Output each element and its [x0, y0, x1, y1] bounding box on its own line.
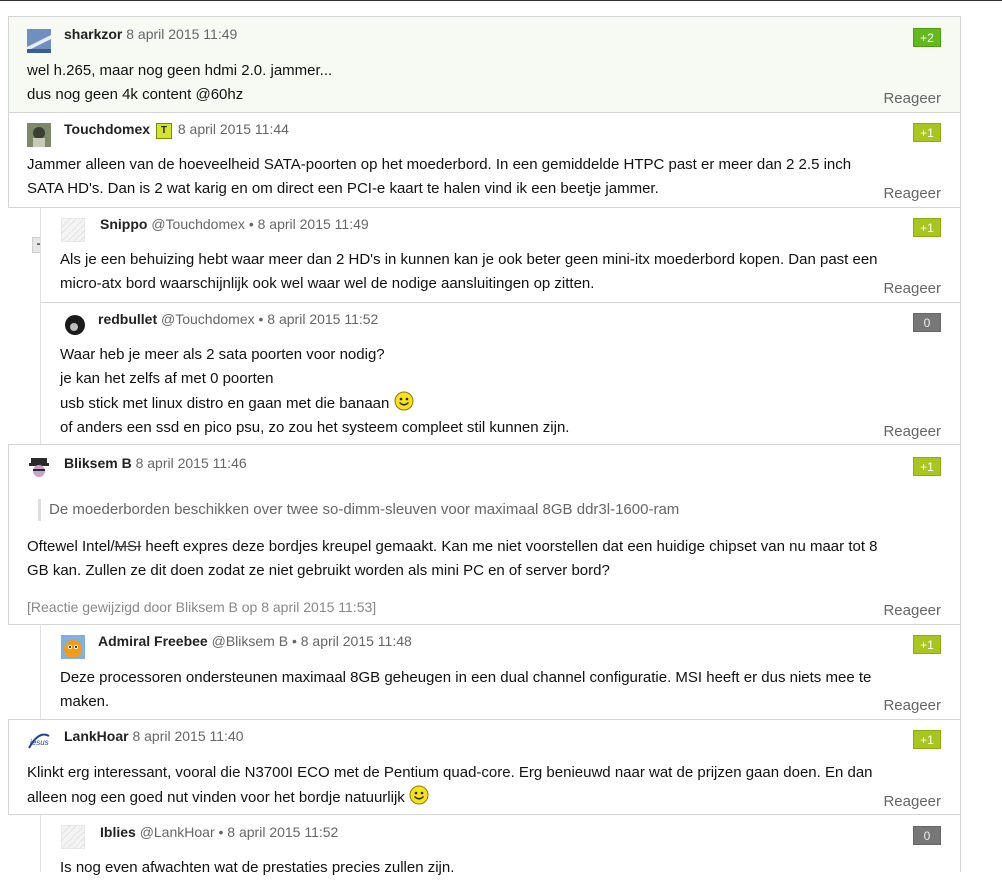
reply-link[interactable]: Reageer — [883, 423, 941, 440]
username[interactable]: sharkzor — [64, 26, 122, 42]
comment-line: alleen nog een goed nut vinden voor het … — [27, 785, 873, 810]
comment-line: dus nog geen 4k content @60hz — [27, 86, 244, 103]
separator: • — [218, 824, 224, 840]
edit-note: [Reactie gewijzigd door Bliksem B op 8 a… — [27, 599, 377, 615]
timestamp[interactable]: 8 april 2015 11:49 — [126, 26, 237, 42]
reply-link[interactable]: Reageer — [883, 697, 941, 714]
username[interactable]: Touchdomex — [64, 121, 150, 137]
avatar[interactable]: jesus — [27, 730, 51, 754]
score-badge[interactable]: +1 — [913, 635, 941, 654]
avatar[interactable] — [61, 218, 85, 242]
svg-text:jesus: jesus — [29, 738, 49, 747]
comment-line: Als je een behuizing hebt waar meer dan … — [60, 251, 878, 268]
comment-body: Deze processoren ondersteunen maximaal 8… — [60, 666, 871, 714]
timestamp[interactable]: 8 april 2015 11:40 — [132, 728, 243, 744]
username[interactable]: LankHoar — [64, 728, 129, 744]
comment-line: Oftewel Intel/MSI heeft expres deze bord… — [27, 535, 878, 559]
reply-to[interactable]: @Touchdomex — [161, 311, 255, 327]
comment-text: usb stick met linux distro en gaan met d… — [60, 395, 390, 412]
reply-to[interactable]: @Bliksem B — [212, 633, 288, 649]
comment-meta: Snippo @Touchdomex • 8 april 2015 11:49 — [100, 215, 369, 233]
comment-text: Oftewel Intel/ — [27, 538, 115, 555]
timestamp[interactable]: 8 april 2015 11:52 — [227, 824, 338, 840]
smiley-icon — [394, 391, 414, 411]
comment-line: usb stick met linux distro en gaan met d… — [60, 391, 569, 416]
username[interactable]: Snippo — [100, 216, 147, 232]
reply-link[interactable]: Reageer — [883, 793, 941, 810]
comment-line: micro-atx bord waarschijnlijk ook wel wa… — [60, 275, 595, 292]
comment-line: SATA HD's. Dan is 2 wat karig en om dire… — [27, 180, 659, 197]
comment-line: Klinkt erg interessant, vooral die N3700… — [27, 764, 873, 781]
separator: • — [258, 311, 264, 327]
comment-body: Is nog even afwachten wat de prestaties … — [60, 856, 454, 880]
comment-body: Waar heb je meer als 2 sata poorten voor… — [60, 343, 569, 440]
comment-text: heeft expres deze bordjes kreupel gemaak… — [141, 538, 878, 555]
reply-link[interactable]: Reageer — [883, 602, 941, 619]
score-badge[interactable]: 0 — [913, 826, 941, 845]
reply-link[interactable]: Reageer — [883, 90, 941, 107]
comment: Touchdomex T 8 april 2015 11:44 +1 Jamme… — [8, 112, 961, 208]
reply-comment: redbullet @Touchdomex • 8 april 2015 11:… — [40, 302, 961, 445]
comment-meta: LankHoar 8 april 2015 11:40 — [64, 727, 244, 745]
score-badge[interactable]: +1 — [913, 457, 941, 476]
comment-body: wel h.265, maar nog geen hdmi 2.0. jamme… — [27, 59, 332, 107]
comment-line: Deze processoren ondersteunen maximaal 8… — [60, 669, 872, 686]
reply-comment: Admiral Freebee @Bliksem B • 8 april 201… — [40, 624, 961, 720]
comment-line: Waar heb je meer als 2 sata poorten voor… — [60, 346, 385, 363]
comment-line: of anders een ssd en pico psu, zo zou he… — [60, 419, 570, 436]
comment-line: Jammer alleen van de hoeveelheid SATA-po… — [27, 156, 852, 173]
reply-to[interactable]: @Touchdomex — [151, 216, 245, 232]
score-badge[interactable]: +1 — [913, 123, 941, 142]
timestamp[interactable]: 8 april 2015 11:44 — [178, 121, 289, 137]
comment-line: Is nog even afwachten wat de prestaties … — [60, 859, 455, 876]
comment-meta: Touchdomex T 8 april 2015 11:44 — [64, 120, 289, 139]
comment: Bliksem B 8 april 2015 11:46 +1 De moede… — [8, 444, 961, 625]
score-badge[interactable]: +1 — [913, 730, 941, 749]
username[interactable]: Admiral Freebee — [98, 633, 208, 649]
comment-meta: Iblies @LankHoar • 8 april 2015 11:52 — [100, 823, 338, 841]
username[interactable]: Bliksem B — [64, 455, 132, 471]
smiley-icon — [409, 785, 429, 805]
comment: sharkzor 8 april 2015 11:49 +2 wel h.265… — [8, 16, 961, 113]
avatar[interactable] — [27, 123, 51, 147]
comment-body: Klinkt erg interessant, vooral die N3700… — [27, 761, 873, 810]
timestamp[interactable]: 8 april 2015 11:52 — [267, 311, 378, 327]
comment-line: wel h.265, maar nog geen hdmi 2.0. jamme… — [27, 62, 333, 79]
timestamp[interactable]: 8 april 2015 11:49 — [258, 216, 369, 232]
avatar[interactable] — [27, 455, 51, 479]
comment-body: Jammer alleen van de hoeveelheid SATA-po… — [27, 153, 851, 201]
comment-body: Als je een behuizing hebt waar meer dan … — [60, 248, 878, 296]
reply-comment: Snippo @Touchdomex • 8 april 2015 11:49 … — [40, 207, 961, 303]
separator: • — [291, 633, 297, 649]
username[interactable]: Iblies — [100, 824, 136, 840]
username[interactable]: redbullet — [98, 311, 157, 327]
avatar[interactable] — [27, 29, 51, 53]
score-badge[interactable]: 0 — [913, 313, 941, 332]
reply-comment: Iblies @LankHoar • 8 april 2015 11:52 0 … — [40, 814, 961, 876]
timestamp[interactable]: 8 april 2015 11:48 — [301, 633, 412, 649]
reply-link[interactable]: Reageer — [883, 280, 941, 297]
timestamp[interactable]: 8 april 2015 11:46 — [136, 455, 247, 471]
comment-line: maken. — [60, 693, 110, 710]
score-badge[interactable]: +1 — [913, 218, 941, 237]
comment-line: je kan het zelfs af met 0 poorten — [60, 370, 274, 387]
crew-badge: T — [155, 123, 172, 139]
comment-line: GB kan. Zullen ze dit doen zodat ze niet… — [27, 562, 610, 579]
comment-meta: redbullet @Touchdomex • 8 april 2015 11:… — [98, 310, 378, 328]
comment-meta: Admiral Freebee @Bliksem B • 8 april 201… — [98, 632, 412, 650]
separator: • — [248, 216, 254, 232]
avatar[interactable] — [61, 635, 85, 659]
strikethrough-text: MSI — [114, 538, 142, 555]
blockquote: De moederborden beschikken over twee so-… — [38, 499, 679, 521]
reply-to[interactable]: @LankHoar — [140, 824, 215, 840]
avatar[interactable] — [61, 825, 85, 849]
avatar[interactable] — [63, 313, 87, 337]
comment-meta: sharkzor 8 april 2015 11:49 — [64, 25, 237, 43]
score-badge[interactable]: +2 — [913, 28, 941, 47]
comment-body: Oftewel Intel/MSI heeft expres deze bord… — [27, 535, 878, 583]
comment: jesus LankHoar 8 april 2015 11:40 +1 Kli… — [8, 719, 961, 815]
reply-link[interactable]: Reageer — [883, 185, 941, 202]
comment-text: alleen nog een goed nut vinden voor het … — [27, 789, 405, 806]
comment-meta: Bliksem B 8 april 2015 11:46 — [64, 454, 247, 472]
